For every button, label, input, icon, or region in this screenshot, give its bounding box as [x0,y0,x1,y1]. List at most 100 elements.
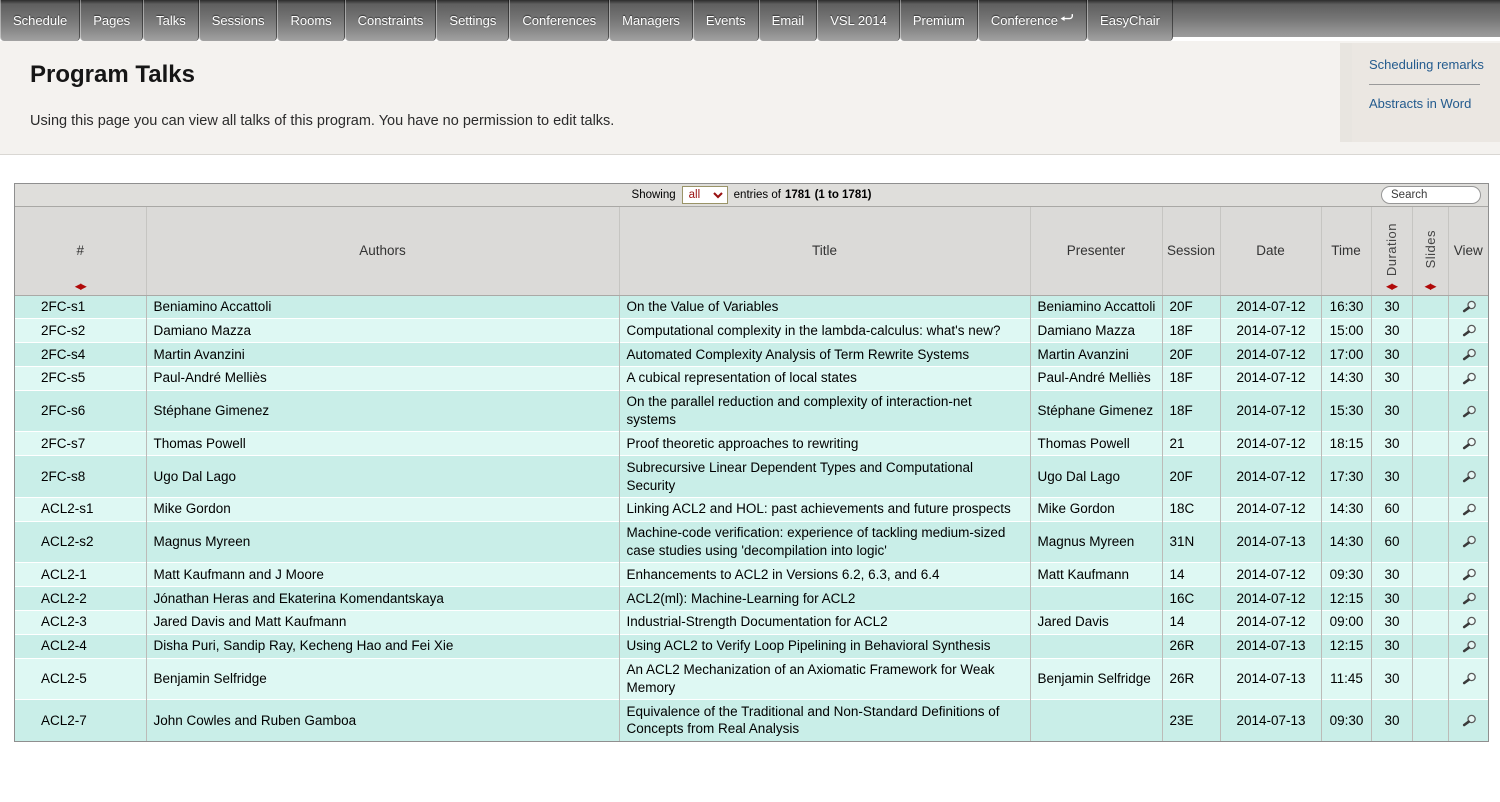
time-cell: 18:15 [1321,432,1371,456]
scheduling-remarks-link[interactable]: Scheduling remarks [1369,57,1490,72]
title-cell: Automated Complexity Analysis of Term Re… [619,343,1030,367]
column-header-duration[interactable]: Duration ◀▶ [1371,207,1412,295]
sort-icon[interactable]: ◀▶ [15,281,146,292]
view-magnifier-icon[interactable] [1460,405,1478,419]
view-magnifier-icon[interactable] [1460,324,1478,338]
view-magnifier-icon[interactable] [1460,568,1478,582]
view-magnifier-icon[interactable] [1460,592,1478,606]
authors-cell: Martin Avanzini [146,343,619,367]
column-label-id: # [76,243,84,258]
session-cell: 18C [1162,497,1220,521]
duration-cell: 30 [1371,366,1412,390]
view-cell [1448,456,1488,498]
entries-of-label: entries of [734,189,781,201]
view-magnifier-icon[interactable] [1460,640,1478,654]
view-cell [1448,390,1488,432]
session-cell: 18F [1162,319,1220,343]
nav-tab-label: Rooms [290,13,331,28]
table-row: ACL2-3 Jared Davis and Matt Kaufmann Ind… [15,610,1488,634]
nav-tab-label: Talks [156,13,186,28]
view-magnifier-icon[interactable] [1460,348,1478,362]
nav-tab-premium[interactable]: Premium [900,0,978,41]
time-cell: 16:30 [1321,295,1371,319]
slides-cell [1412,700,1448,741]
view-magnifier-icon[interactable] [1460,470,1478,484]
nav-tab-sessions[interactable]: Sessions [199,0,278,41]
nav-tab-easychair[interactable]: EasyChair [1087,0,1173,41]
duration-cell: 30 [1371,700,1412,741]
authors-cell: Jónathan Heras and Ekaterina Komendantsk… [146,587,619,611]
nav-tab-pages[interactable]: Pages [80,0,143,41]
column-label-time: Time [1331,243,1361,258]
chevron-down-icon [713,192,723,199]
nav-tab-conference[interactable]: Conference [978,0,1087,41]
search-input[interactable] [1381,186,1481,204]
view-magnifier-icon[interactable] [1460,714,1478,728]
nav-tab-vsl-2014[interactable]: VSL 2014 [817,0,900,41]
nav-tab-managers[interactable]: Managers [609,0,693,41]
slides-cell [1412,634,1448,658]
talk-id-cell: 2FC-s5 [15,366,146,390]
date-cell: 2014-07-12 [1220,497,1321,521]
time-cell: 12:15 [1321,634,1371,658]
column-label-authors: Authors [359,243,406,258]
time-cell: 09:30 [1321,563,1371,587]
column-label-duration: Duration [1384,223,1399,276]
page-header: Program Talks Using this page you can vi… [0,41,1500,155]
duration-cell: 60 [1371,497,1412,521]
table-row: ACL2-4 Disha Puri, Sandip Ray, Kecheng H… [15,634,1488,658]
top-navbar: Schedule Pages Talks Sessions Rooms Cons… [0,0,1500,41]
talks-table: # ◀▶ Authors Title Presenter Session Dat… [15,207,1488,741]
nav-tab-email[interactable]: Email [759,0,818,41]
nav-tab-talks[interactable]: Talks [143,0,199,41]
view-magnifier-icon[interactable] [1460,616,1478,630]
session-cell: 20F [1162,456,1220,498]
nav-tab-schedule[interactable]: Schedule [0,0,80,41]
column-header-view: View [1448,207,1488,295]
talk-id-cell: ACL2-s1 [15,497,146,521]
authors-cell: Damiano Mazza [146,319,619,343]
nav-tab-label: Conferences [522,13,596,28]
nav-tab-conferences[interactable]: Conferences [509,0,609,41]
side-panel: Scheduling remarks Abstracts in Word [1340,43,1500,142]
nav-tab-events[interactable]: Events [693,0,759,41]
talks-table-container: Showing all entries of 1781 (1 to 1781) … [14,183,1489,742]
talk-id-cell: ACL2-7 [15,700,146,741]
presenter-cell: Paul-André Melliès [1030,366,1162,390]
talk-id-cell: 2FC-s2 [15,319,146,343]
entries-total: 1781 [785,189,811,201]
column-header-slides[interactable]: Slides ◀▶ [1412,207,1448,295]
view-magnifier-icon[interactable] [1460,300,1478,314]
view-magnifier-icon[interactable] [1460,437,1478,451]
view-magnifier-icon[interactable] [1460,535,1478,549]
authors-cell: Stéphane Gimenez [146,390,619,432]
page-title: Program Talks [0,41,1500,89]
slides-cell [1412,497,1448,521]
view-magnifier-icon[interactable] [1460,503,1478,517]
slides-cell [1412,432,1448,456]
view-magnifier-icon[interactable] [1460,372,1478,386]
table-row: ACL2-s1 Mike Gordon Linking ACL2 and HOL… [15,497,1488,521]
duration-cell: 30 [1371,587,1412,611]
duration-cell: 30 [1371,456,1412,498]
nav-tab-settings[interactable]: Settings [436,0,509,41]
nav-tab-label: Premium [913,13,965,28]
slides-cell [1412,563,1448,587]
nav-tab-rooms[interactable]: Rooms [277,0,344,41]
column-header-id[interactable]: # ◀▶ [15,207,146,295]
abstracts-in-word-link[interactable]: Abstracts in Word [1369,96,1490,111]
side-panel-divider [1369,84,1480,85]
date-cell: 2014-07-12 [1220,587,1321,611]
nav-tab-constraints[interactable]: Constraints [345,0,437,41]
sort-icon[interactable]: ◀▶ [1413,281,1448,292]
view-magnifier-icon[interactable] [1460,672,1478,686]
view-cell [1448,366,1488,390]
title-cell: Machine-code verification: experience of… [619,521,1030,563]
column-header-time: Time [1321,207,1371,295]
entries-per-page-select[interactable]: all [682,186,728,204]
sort-icon[interactable]: ◀▶ [1372,281,1412,292]
table-row: 2FC-s5 Paul-André Melliès A cubical repr… [15,366,1488,390]
session-cell: 23E [1162,700,1220,741]
date-cell: 2014-07-12 [1220,563,1321,587]
column-label-presenter: Presenter [1067,243,1126,258]
